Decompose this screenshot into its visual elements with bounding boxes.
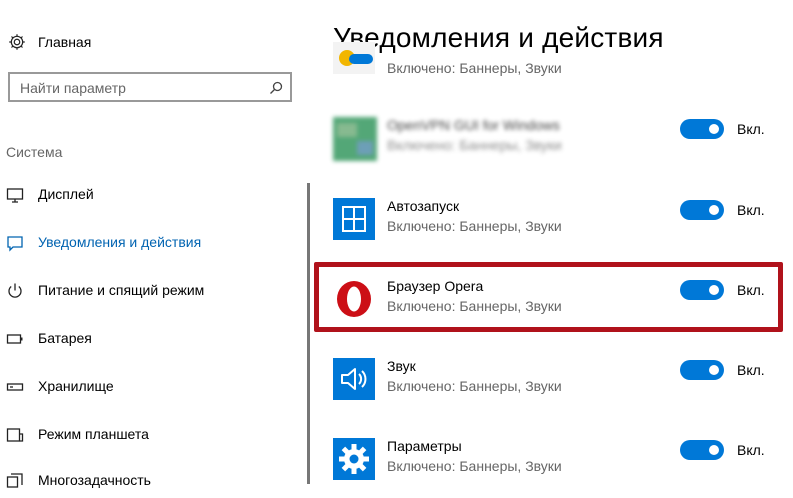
notifications-toggle[interactable] [680,119,724,139]
partial-app-icon [333,42,375,74]
toggle-state: Вкл. [737,442,765,458]
app-status: Включено: Баннеры, Звуки [387,60,562,76]
notifications-icon [7,236,23,252]
sidebar-item-label: Дисплей [38,186,94,202]
power-icon [8,283,22,298]
scrollbar[interactable] [307,183,310,484]
storage-icon [6,383,24,391]
toggle-knob [709,205,719,215]
sound-icon [333,358,375,400]
sidebar-item-label: Батарея [38,330,92,346]
highlight-frame [314,262,783,332]
list-item[interactable]: Автозапуск Включено: Баннеры, Звуки Вкл. [333,198,773,258]
toggle-knob [709,365,719,375]
toggle-knob [709,445,719,455]
list-item[interactable]: Звук Включено: Баннеры, Звуки Вкл. [333,358,773,418]
tablet-mode-icon [6,428,24,442]
notifications-toggle[interactable] [680,360,724,380]
battery-icon [6,334,23,344]
sidebar-item-notifications[interactable]: Уведомления и действия [0,228,300,258]
search-input[interactable]: Найти параметр [8,72,292,102]
sidebar-item-storage[interactable]: Хранилище [0,372,300,402]
app-status: Включено: Баннеры, Звуки [387,218,562,234]
app-name: Параметры [387,438,462,454]
sidebar-item-multitasking[interactable]: Многозадачность [0,466,300,496]
settings-icon [333,438,375,480]
toggle-state: Вкл. [737,121,765,137]
toggle-state: Вкл. [737,362,765,378]
sidebar-item-label: Режим планшета [38,426,149,442]
section-title: Система [6,144,63,160]
search-placeholder: Найти параметр [20,80,126,96]
notifications-toggle[interactable] [680,200,724,220]
app-status: Включено: Баннеры, Звуки [387,378,562,394]
toggle-knob [709,124,719,134]
sidebar-item-label: Питание и спящий режим [38,282,205,298]
app-name: OpenVPN GUI for Windows [387,117,560,133]
app-name: Автозапуск [387,198,460,214]
toggle-state: Вкл. [737,202,765,218]
sidebar: Главная Найти параметр Система Дисплей У… [0,0,312,488]
sidebar-item-label: Уведомления и действия [38,234,202,250]
autoplay-icon [333,198,375,240]
gear-icon [9,34,25,50]
home-label: Главная [38,34,92,50]
openvpn-icon [333,117,377,161]
list-item[interactable]: Параметры Включено: Баннеры, Звуки Вкл. [333,438,773,498]
app-name: Звук [387,358,416,374]
multitasking-icon [6,473,23,488]
app-status: Включено: Баннеры, Звуки [387,137,562,153]
notifications-toggle[interactable] [680,440,724,460]
sidebar-item-label: Хранилище [38,378,114,394]
sidebar-item-display[interactable]: Дисплей [0,180,300,210]
app-status: Включено: Баннеры, Звуки [387,458,562,474]
sidebar-item-power[interactable]: Питание и спящий режим [0,276,300,306]
sidebar-item-label: Многозадачность [38,472,151,488]
list-item[interactable]: OpenVPN GUI for Windows Включено: Баннер… [333,117,773,177]
sidebar-item-tablet-mode[interactable]: Режим планшета [0,420,300,450]
page-title: Уведомления и действия [333,22,664,53]
sidebar-item-battery[interactable]: Батарея [0,324,300,354]
list-item[interactable]: Включено: Баннеры, Звуки [333,42,773,116]
search-icon[interactable] [268,80,284,96]
display-icon [6,188,24,203]
home-link[interactable]: Главная [6,30,91,54]
